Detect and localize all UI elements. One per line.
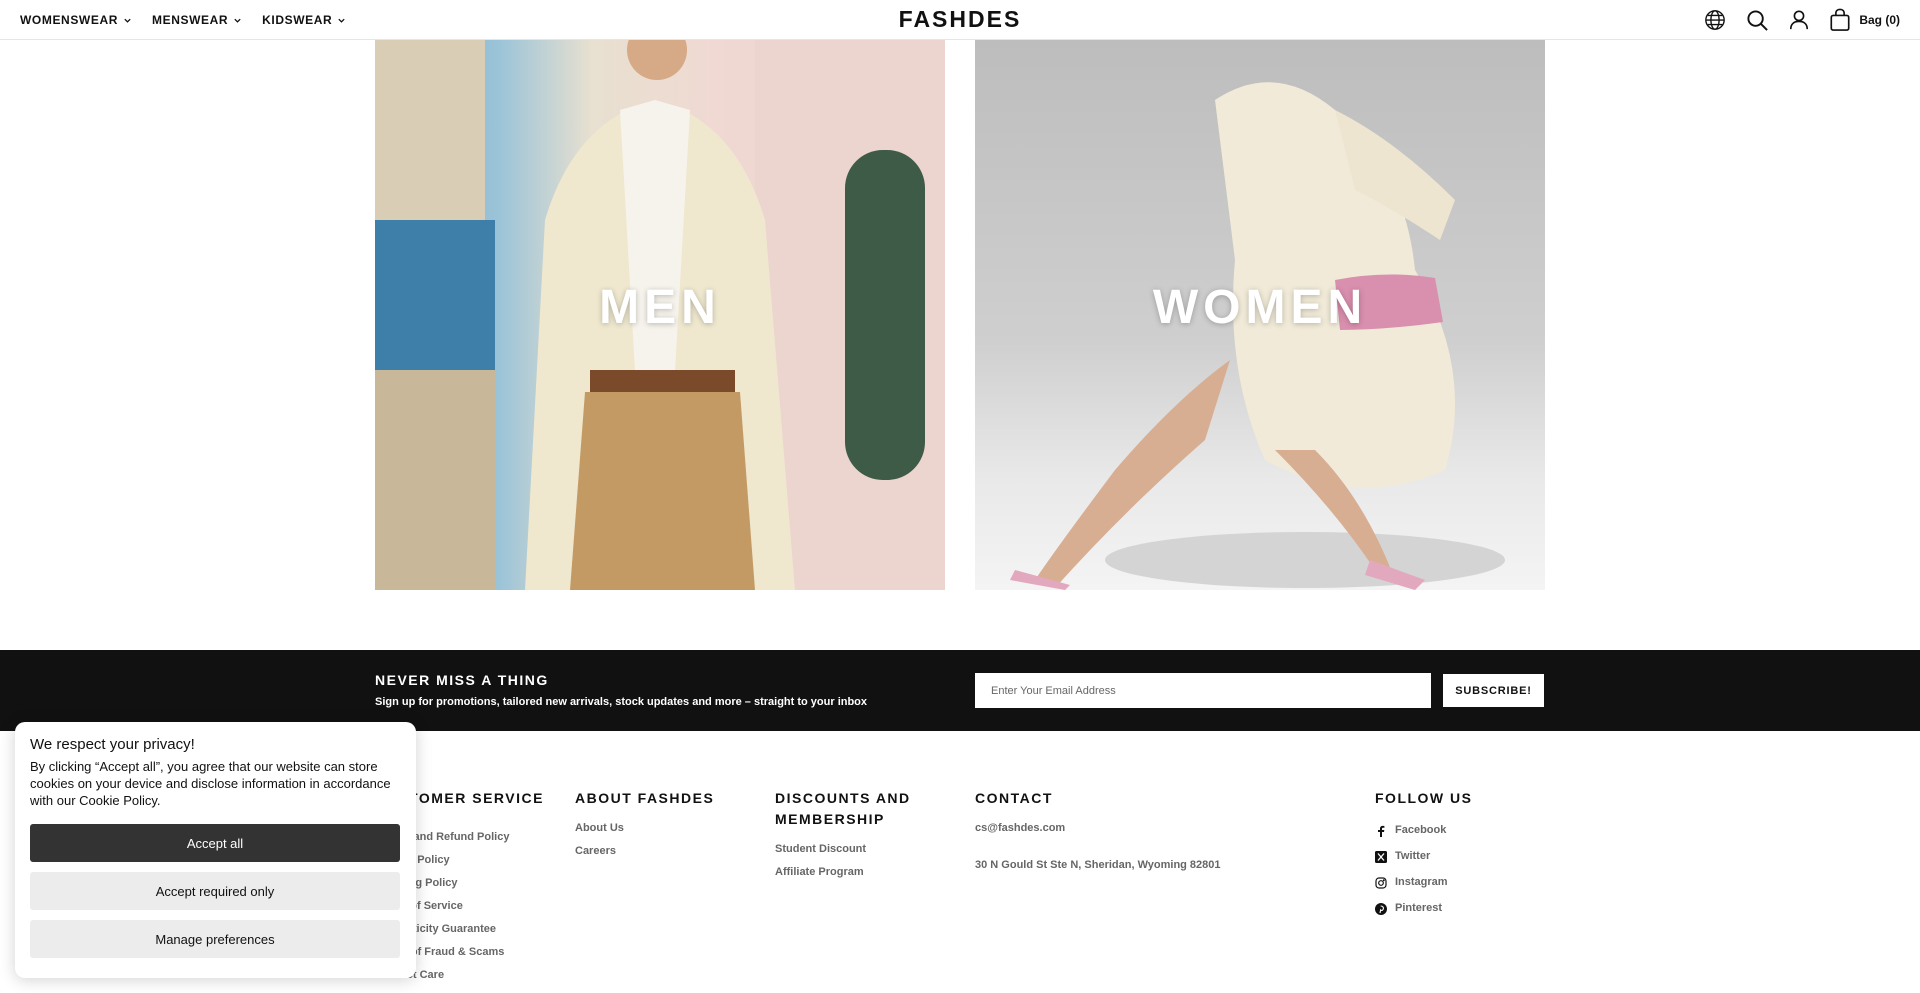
footer-about: ABOUT FASHDES About Us Careers	[575, 788, 714, 859]
social-pinterest-label: Pinterest	[1395, 902, 1443, 914]
social-facebook[interactable]: Facebook	[1375, 823, 1473, 838]
instagram-icon	[1375, 876, 1387, 889]
footer-contact-address: 30 N Gould St Ste N, Sheridan, Wyoming 8…	[975, 859, 1221, 871]
cookie-consent-dialog: We respect your privacy! By clicking “Ac…	[15, 722, 416, 978]
account-icon[interactable]	[1787, 8, 1811, 32]
site-logo[interactable]: FASHDES	[0, 6, 1920, 33]
social-pinterest[interactable]: Pinterest	[1375, 901, 1473, 916]
footer-link-affiliate[interactable]: Affiliate Program	[775, 865, 925, 880]
newsletter-title: NEVER MISS A THING	[375, 672, 549, 688]
bag-button[interactable]: Bag (0)	[1829, 8, 1900, 32]
footer-contact-title: CONTACT	[975, 790, 1053, 806]
bag-label: Bag (0)	[1859, 13, 1900, 27]
footer-contact-email[interactable]: cs@fashdes.com	[975, 821, 1221, 836]
newsletter-subtitle: Sign up for promotions, tailored new arr…	[375, 696, 868, 708]
footer-discounts: DISCOUNTS AND MEMBERSHIP Student Discoun…	[775, 788, 925, 880]
facebook-icon	[1378, 825, 1385, 837]
header-actions: Bag (0)	[1703, 0, 1900, 40]
social-twitter[interactable]: Twitter	[1375, 849, 1473, 864]
accept-all-button[interactable]: Accept all	[30, 824, 400, 862]
footer-contact: CONTACT cs@fashdes.com 30 N Gould St Ste…	[975, 788, 1221, 873]
pinterest-icon	[1375, 902, 1387, 915]
newsletter-email-input[interactable]	[975, 673, 1431, 708]
social-instagram-label: Instagram	[1395, 876, 1448, 888]
site-header: WOMENSWEAR MENSWEAR KIDSWEAR FASHDES Bag…	[0, 0, 1920, 40]
globe-icon[interactable]	[1703, 8, 1727, 32]
accept-required-button[interactable]: Accept required only	[30, 872, 400, 910]
cookie-text: By clicking “Accept all”, you agree that…	[30, 759, 391, 808]
footer-discounts-title: DISCOUNTS AND MEMBERSHIP	[775, 790, 911, 827]
manage-preferences-button[interactable]: Manage preferences	[30, 920, 400, 958]
social-twitter-label: Twitter	[1395, 850, 1431, 862]
men-label: MEN	[599, 281, 721, 334]
social-instagram[interactable]: Instagram	[1375, 875, 1473, 890]
footer-link-student-discount[interactable]: Student Discount	[775, 842, 925, 857]
footer-link-about-us[interactable]: About Us	[575, 821, 714, 836]
footer-link-careers[interactable]: Careers	[575, 844, 714, 859]
social-facebook-label: Facebook	[1395, 824, 1447, 836]
footer-follow: FOLLOW US Facebook Twitter Instagram Pin…	[1375, 788, 1473, 916]
newsletter-band: NEVER MISS A THING Sign up for promotion…	[0, 650, 1920, 731]
x-twitter-icon	[1375, 850, 1387, 863]
women-category-tile[interactable]: WOMEN	[975, 40, 1545, 590]
women-label: WOMEN	[1152, 281, 1368, 334]
men-category-tile[interactable]: MEN	[375, 40, 945, 590]
search-icon[interactable]	[1745, 8, 1769, 32]
cookie-title: We respect your privacy!	[30, 736, 195, 753]
bag-icon	[1830, 8, 1850, 31]
footer-follow-title: FOLLOW US	[1375, 790, 1473, 806]
subscribe-button[interactable]: SUBSCRIBE!	[1443, 674, 1544, 707]
footer-about-title: ABOUT FASHDES	[575, 790, 715, 806]
